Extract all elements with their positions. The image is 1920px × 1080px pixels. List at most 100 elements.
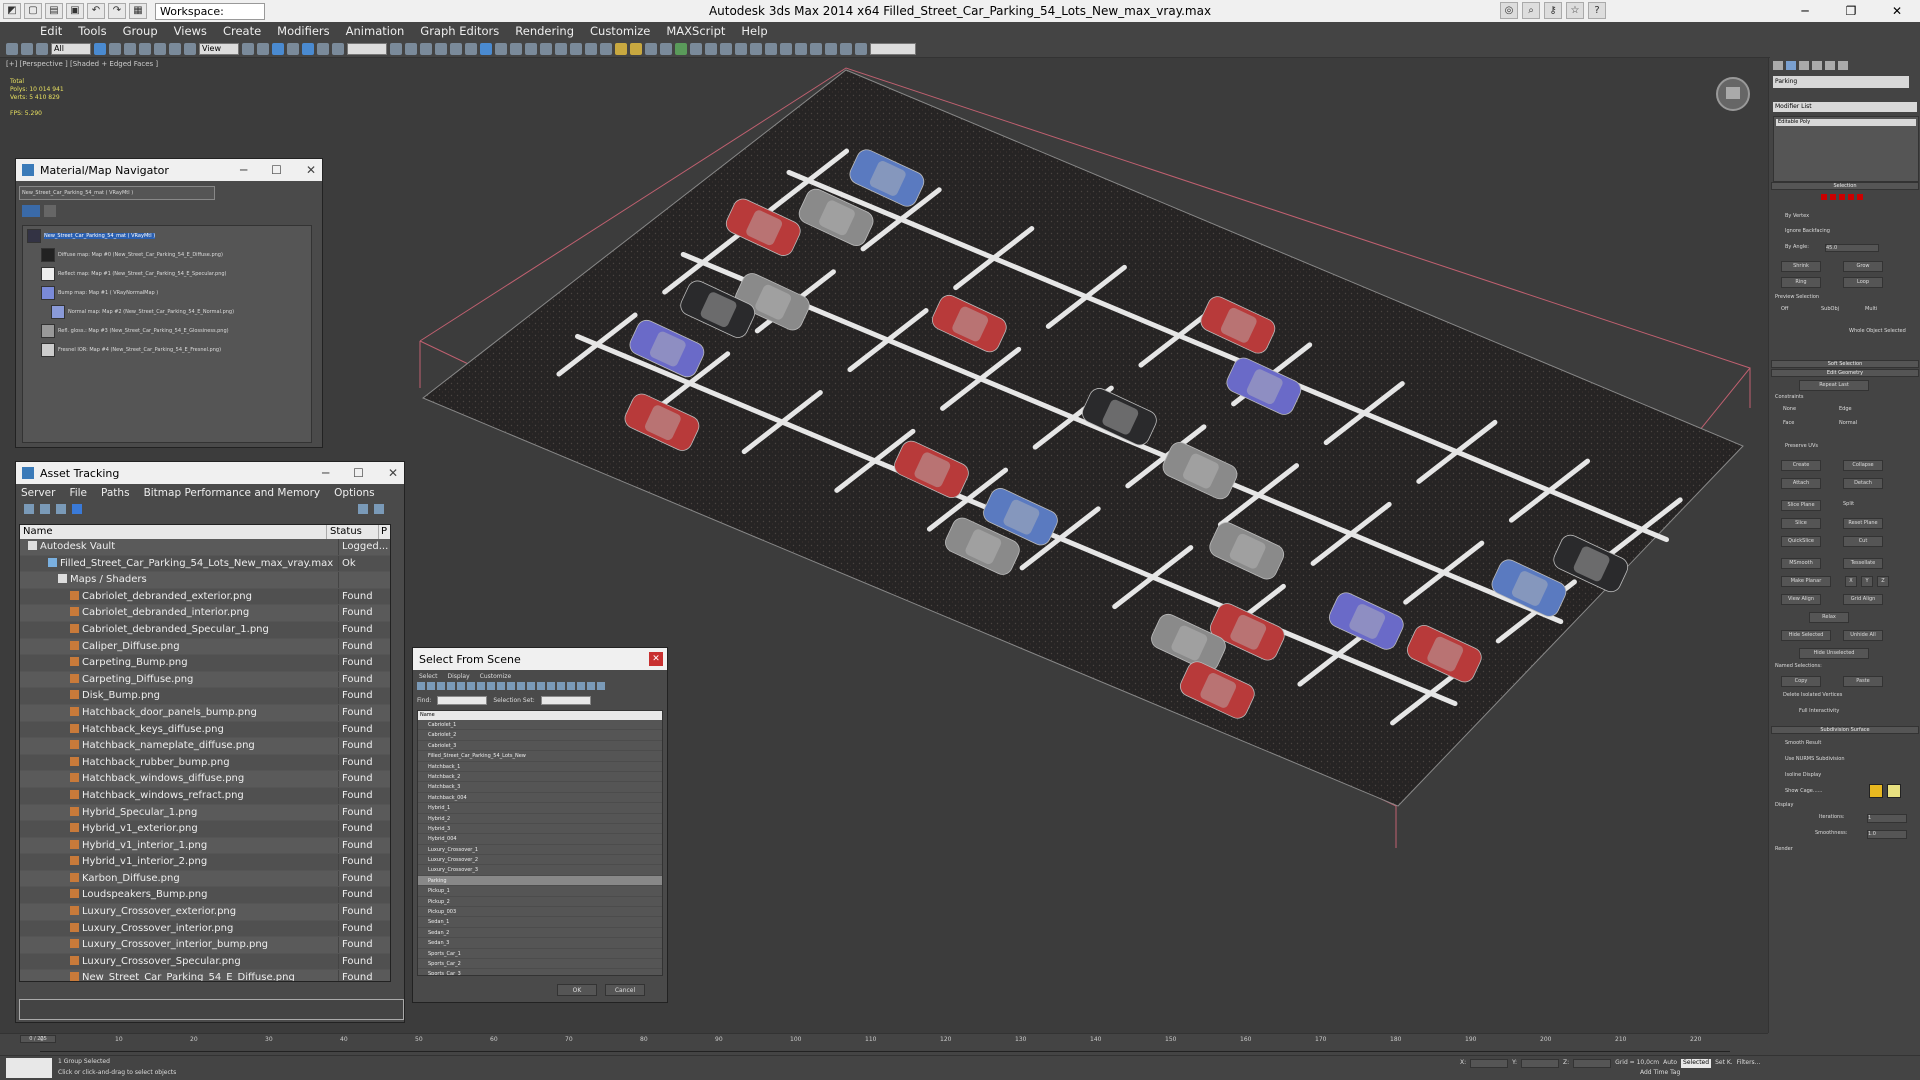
- cut-button[interactable]: Cut: [1843, 536, 1883, 547]
- matnav-view-icons-icon[interactable]: [44, 205, 56, 217]
- display-spacewarps-icon[interactable]: [467, 682, 475, 690]
- selscene-menu-select[interactable]: Select: [419, 673, 438, 680]
- element-mode-icon[interactable]: [1857, 194, 1863, 200]
- vray-settings-icon[interactable]: [825, 42, 837, 55]
- asset-table-row[interactable]: Cabriolet_debranded_interior.png Found: [20, 605, 390, 622]
- angle-snap-icon[interactable]: [287, 42, 299, 55]
- undo-icon[interactable]: ↶: [87, 3, 105, 19]
- create-plane-icon[interactable]: [585, 42, 597, 55]
- matnav-maximize-button[interactable]: ☐: [271, 159, 282, 181]
- scene-object-item[interactable]: Hatchback_004: [418, 793, 662, 804]
- full-interactivity-checkbox[interactable]: Full Interactivity: [1799, 708, 1839, 714]
- smoothness-spinner[interactable]: 1.0: [1867, 830, 1907, 839]
- search-icon[interactable]: ⌕: [1522, 2, 1540, 19]
- scene-object-item[interactable]: Sports_Car_2: [418, 959, 662, 970]
- move-icon[interactable]: [154, 42, 166, 55]
- preview-multi-radio[interactable]: Multi: [1865, 306, 1877, 312]
- fur-icon[interactable]: [720, 42, 732, 55]
- matnav-tree-item[interactable]: Fresnel IOR: Map #4 (New_Street_Car_Park…: [23, 340, 311, 359]
- asset-table-row[interactable]: Autodesk Vault Logged...: [20, 539, 390, 556]
- vray-material-icon[interactable]: [780, 42, 792, 55]
- scene-object-item[interactable]: Hatchback_2: [418, 772, 662, 783]
- display-cameras-icon[interactable]: [447, 682, 455, 690]
- sort-icon[interactable]: [567, 682, 575, 690]
- scale-icon[interactable]: [184, 42, 196, 55]
- vray-toolbar-icon[interactable]: [840, 42, 852, 55]
- menu-edit[interactable]: Edit: [32, 24, 70, 38]
- hierarchy-tab-icon[interactable]: [1799, 61, 1809, 70]
- z-coord-field[interactable]: [1573, 1059, 1612, 1068]
- display-hidden-icon[interactable]: [527, 682, 535, 690]
- menu-animation[interactable]: Animation: [338, 24, 413, 38]
- motion-tab-icon[interactable]: [1812, 61, 1822, 70]
- by-vertex-checkbox[interactable]: By Vertex: [1785, 213, 1809, 219]
- set-key-button[interactable]: Set K.: [1715, 1059, 1733, 1068]
- key-filters-button[interactable]: Filters...: [1737, 1059, 1761, 1068]
- material-editor-icon[interactable]: [480, 42, 492, 55]
- display-lights-icon[interactable]: [437, 682, 445, 690]
- asset-table-row[interactable]: New_Street_Car_Parking_54_E_Diffuse.png F…: [20, 970, 390, 981]
- edit-named-selection-icon[interactable]: [332, 42, 344, 55]
- star-icon[interactable]: ☆: [1566, 2, 1584, 19]
- display-tab-icon[interactable]: [1825, 61, 1835, 70]
- render-setup-icon[interactable]: [495, 42, 507, 55]
- asset-table-row[interactable]: Carpeting_Diffuse.png Found: [20, 671, 390, 689]
- matnav-titlebar[interactable]: Material/Map Navigator ─ ☐ ✕: [16, 159, 322, 181]
- asset-table-row[interactable]: Disk_Bump.png Found: [20, 688, 390, 705]
- save-file-icon[interactable]: ▣: [66, 3, 84, 19]
- detach-button[interactable]: Detach: [1843, 478, 1883, 489]
- asset-table-row[interactable]: Luxury_Crossover_interior_bump.png Found: [20, 937, 390, 954]
- select-object-icon[interactable]: [94, 42, 106, 55]
- align-icon[interactable]: [405, 42, 417, 55]
- history-icon[interactable]: [56, 504, 66, 514]
- select-by-name-icon[interactable]: [109, 42, 121, 55]
- show-cage-checkbox[interactable]: Show Cage......: [1785, 788, 1822, 794]
- hide-unselected-button[interactable]: Hide Unselected: [1799, 648, 1869, 659]
- binoculars-icon[interactable]: ◎: [1500, 2, 1518, 19]
- bind-space-warp-icon[interactable]: [36, 42, 48, 55]
- shrink-button[interactable]: Shrink: [1781, 261, 1821, 272]
- quickslice-button[interactable]: QuickSlice: [1781, 536, 1821, 547]
- make-planar-button[interactable]: Make Planar: [1781, 576, 1831, 587]
- help-icon[interactable]: [358, 504, 368, 514]
- display-xrefs-icon[interactable]: [487, 682, 495, 690]
- grow-button[interactable]: Grow: [1843, 261, 1883, 272]
- stack-item-editable-poly[interactable]: Editable Poly: [1776, 119, 1916, 126]
- asset-table-row[interactable]: Karbon_Diffuse.png Found: [20, 870, 390, 888]
- rectangle-selection-icon[interactable]: [124, 42, 136, 55]
- isoline-display-checkbox[interactable]: Isoline Display: [1785, 772, 1821, 778]
- find-input[interactable]: [437, 695, 488, 705]
- tree-icon[interactable]: [675, 42, 687, 55]
- settings-icon[interactable]: [374, 504, 384, 514]
- asset-table-row[interactable]: Caliper_Diffuse.png Found: [20, 638, 390, 656]
- scene-object-item[interactable]: Luxury_Crossover_2: [418, 855, 662, 866]
- planar-x-button[interactable]: X: [1845, 576, 1857, 587]
- asset-table-row[interactable]: Loudspeakers_Bump.png Found: [20, 887, 390, 905]
- minimize-button[interactable]: ─: [1782, 0, 1828, 22]
- cage-color-swatch-2[interactable]: [1887, 784, 1901, 798]
- asset-menu-paths[interactable]: Paths: [101, 487, 130, 499]
- split-checkbox[interactable]: Split: [1843, 501, 1854, 507]
- asset-table-row[interactable]: Hatchback_nameplate_diffuse.png Found: [20, 738, 390, 755]
- scene-object-item[interactable]: Hybrid_004: [418, 834, 662, 845]
- asset-table-row[interactable]: Hybrid_v1_interior_1.png Found: [20, 837, 390, 855]
- layer-manager-icon[interactable]: [420, 42, 432, 55]
- scene-object-item[interactable]: Pickup_1: [418, 886, 662, 897]
- asset-table-row[interactable]: Hybrid_v1_exterior.png Found: [20, 821, 390, 838]
- subdivision-surface-rollout[interactable]: Subdivision Surface: [1771, 726, 1919, 734]
- selscene-titlebar[interactable]: Select From Scene ✕: [413, 648, 667, 670]
- scene-object-item[interactable]: Sedan_2: [418, 928, 662, 939]
- edge-mode-icon[interactable]: [1830, 194, 1836, 200]
- named-selection-dropdown[interactable]: [347, 42, 387, 55]
- viewport-label[interactable]: [+] [Perspective ] [Shaded + Edged Faces…: [6, 60, 158, 68]
- display-invert-icon[interactable]: [557, 682, 565, 690]
- graphite-tools-icon[interactable]: [435, 42, 447, 55]
- app-menu-icon[interactable]: ◩: [3, 3, 21, 19]
- vray-icon[interactable]: [690, 42, 702, 55]
- matnav-tree-item[interactable]: Normal map: Map #2 (New_Street_Car_Parki…: [23, 302, 311, 321]
- display-shapes-icon[interactable]: [427, 682, 435, 690]
- scene-object-item[interactable]: Hybrid_2: [418, 814, 662, 824]
- matnav-tree-item[interactable]: New_Street_Car_Parking_54_mat ( VRayMtl …: [23, 226, 311, 245]
- create-box-icon[interactable]: [540, 42, 552, 55]
- iterations-spinner[interactable]: 1: [1867, 814, 1907, 823]
